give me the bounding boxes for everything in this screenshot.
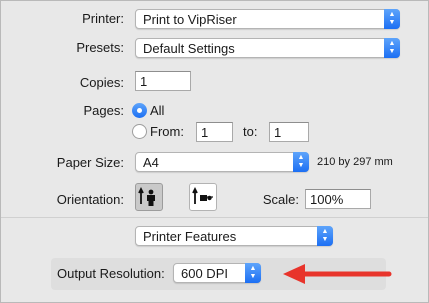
arrow-icon xyxy=(283,264,392,284)
presets-select-value: Default Settings xyxy=(143,41,235,56)
pages-to-label: to: xyxy=(243,124,258,139)
output-resolution-label: Output Resolution: xyxy=(57,266,165,281)
scale-field[interactable]: 100% xyxy=(305,189,371,209)
portrait-orientation-icon xyxy=(138,186,155,206)
portrait-orientation-button[interactable] xyxy=(135,183,163,211)
landscape-orientation-icon xyxy=(192,186,213,204)
pages-label: Pages: xyxy=(83,103,124,118)
paper-size-select-value: A4 xyxy=(143,155,159,170)
pages-all-label: All xyxy=(150,103,165,118)
stepper-icon: ▲ ▼ xyxy=(317,226,333,246)
scale-label: Scale: xyxy=(262,192,299,207)
paper-size-label: Paper Size: xyxy=(56,155,124,170)
section-select[interactable]: Printer Features ▲ ▼ xyxy=(135,226,333,246)
output-resolution-select[interactable]: 600 DPI ▲ ▼ xyxy=(173,263,261,283)
stepper-icon: ▲ ▼ xyxy=(245,263,261,283)
pages-to-field[interactable]: 1 xyxy=(269,122,309,142)
printer-select[interactable]: Print to VipRiser ▲ ▼ xyxy=(135,9,400,29)
paper-dimensions: 210 by 297 mm xyxy=(317,156,393,168)
printer-select-value: Print to VipRiser xyxy=(143,12,237,27)
landscape-orientation-button[interactable] xyxy=(189,183,217,211)
stepper-icon: ▲ ▼ xyxy=(293,152,309,172)
orientation-label: Orientation: xyxy=(56,192,124,207)
stepper-icon: ▲ ▼ xyxy=(384,38,400,58)
presets-label: Presets: xyxy=(76,40,124,55)
copies-label: Copies: xyxy=(79,75,124,90)
pages-from-label: From: xyxy=(150,124,184,139)
paper-size-select[interactable]: A4 ▲ ▼ xyxy=(135,152,309,172)
pages-from-field[interactable]: 1 xyxy=(196,122,233,142)
section-divider xyxy=(1,217,428,218)
pages-range-radio[interactable] xyxy=(132,124,147,139)
output-resolution-value: 600 DPI xyxy=(181,266,228,281)
section-select-value: Printer Features xyxy=(143,229,237,244)
printer-label: Printer: xyxy=(82,11,124,26)
pages-all-radio[interactable] xyxy=(132,103,147,118)
stepper-icon: ▲ ▼ xyxy=(384,9,400,29)
presets-select[interactable]: Default Settings ▲ ▼ xyxy=(135,38,400,58)
copies-field[interactable]: 1 xyxy=(135,71,191,91)
